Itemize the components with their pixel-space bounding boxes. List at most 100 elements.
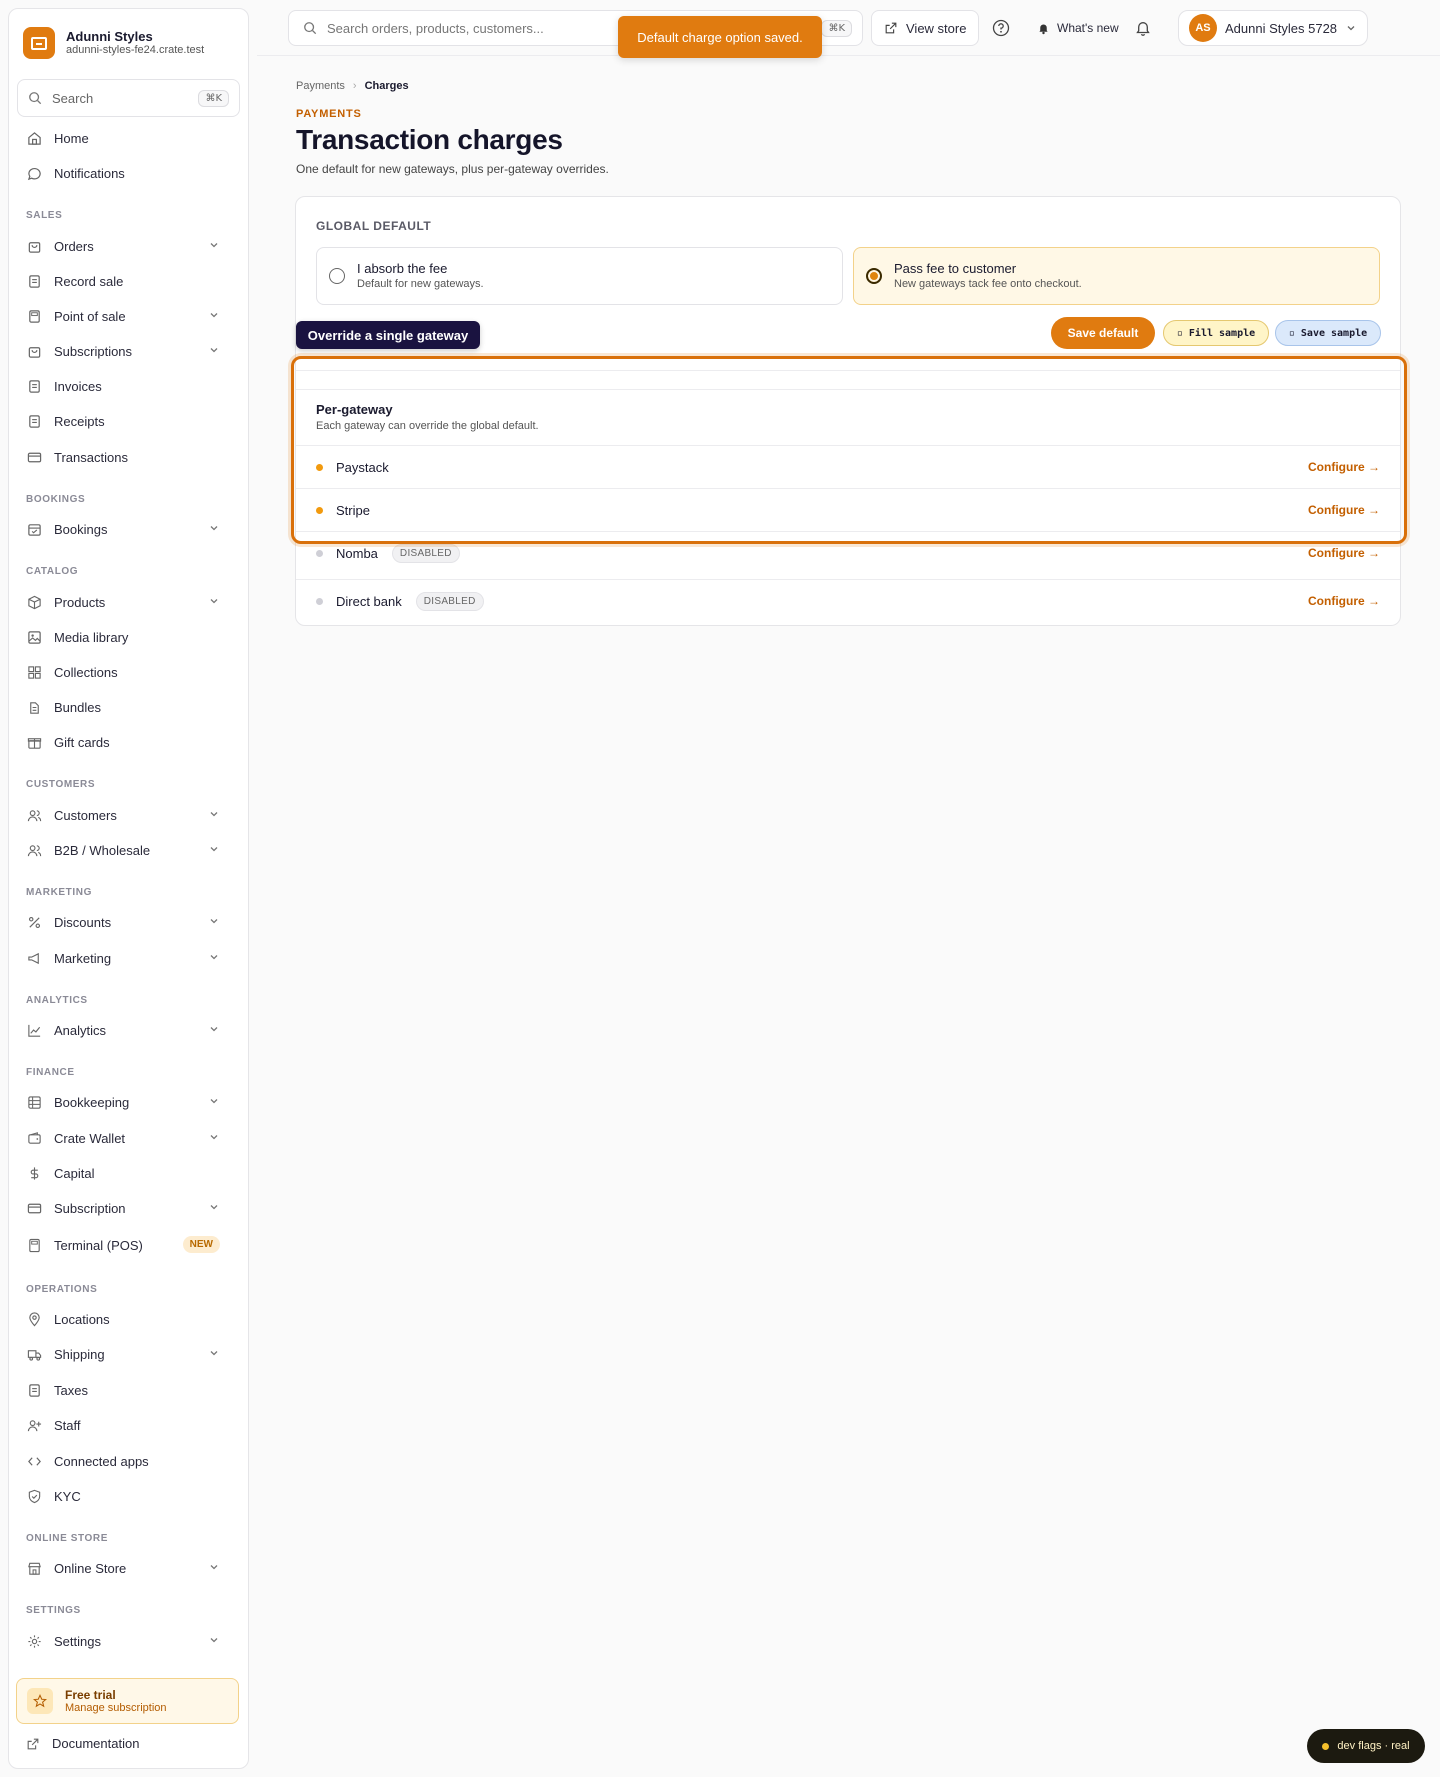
bag-icon bbox=[26, 238, 42, 254]
chat-bubble-icon bbox=[26, 165, 42, 181]
documentation-link[interactable]: Documentation bbox=[26, 1736, 139, 1751]
sidebar-item-products[interactable]: Products bbox=[16, 587, 234, 617]
chevron-down-icon bbox=[210, 1027, 218, 1032]
ledger-icon bbox=[26, 1094, 42, 1110]
shield-check-icon bbox=[26, 1488, 42, 1504]
toast-notification: Default charge option saved. bbox=[618, 16, 822, 58]
radio-pass-fee[interactable] bbox=[866, 268, 882, 284]
search-icon bbox=[304, 22, 317, 35]
line-chart-icon bbox=[26, 1022, 42, 1038]
storefront-icon bbox=[26, 1560, 42, 1576]
status-dot bbox=[316, 549, 323, 557]
sidebar-item-marketing[interactable]: Marketing bbox=[16, 943, 234, 973]
chevron-down-icon bbox=[210, 1099, 218, 1104]
sidebar-item-shipping[interactable]: Shipping bbox=[16, 1339, 234, 1369]
status-dot bbox=[316, 463, 323, 471]
per-gateway-section: Per-gateway Each gateway can override th… bbox=[296, 389, 1400, 626]
breadcrumb-payments[interactable]: Payments bbox=[296, 80, 345, 92]
gateway-row-nomba: Nomba DISABLED Configure → bbox=[296, 532, 1400, 574]
chevron-down-icon bbox=[210, 1638, 218, 1643]
sidebar-item-b2b-wholesale[interactable]: B2B / Wholesale bbox=[16, 835, 234, 865]
grid-icon bbox=[26, 664, 42, 680]
user-plus-icon bbox=[26, 1417, 42, 1433]
chevron-down-icon bbox=[210, 599, 218, 604]
account-menu[interactable]: AS Adunni Styles 5728 bbox=[1178, 10, 1368, 46]
sidebar-item-connected-apps[interactable]: Connected apps bbox=[16, 1446, 234, 1476]
sidebar-item-staff[interactable]: Staff bbox=[16, 1410, 234, 1440]
sidebar-item-media-library[interactable]: Media library bbox=[16, 622, 234, 652]
option-pass-fee[interactable]: Pass fee to customer New gateways tack f… bbox=[853, 247, 1380, 305]
section-sales: SALES bbox=[26, 210, 63, 221]
sidebar-item-notifications[interactable]: Notifications bbox=[16, 158, 234, 188]
sidebar-item-collections[interactable]: Collections bbox=[16, 657, 234, 687]
section-operations: OPERATIONS bbox=[26, 1284, 98, 1295]
sidebar-item-subscription[interactable]: Subscription bbox=[16, 1193, 234, 1223]
sidebar-item-transactions[interactable]: Transactions bbox=[16, 442, 234, 472]
manage-subscription-link[interactable]: Manage subscription bbox=[65, 1702, 167, 1715]
section-customers: CUSTOMERS bbox=[26, 779, 96, 790]
sidebar-item-home[interactable]: Home bbox=[16, 123, 234, 153]
sidebar-item-bookkeeping[interactable]: Bookkeeping bbox=[16, 1087, 234, 1117]
free-trial-card[interactable]: Free trial Manage subscription bbox=[16, 1678, 239, 1724]
radio-absorb-fee[interactable] bbox=[329, 268, 345, 284]
store-logo-icon bbox=[23, 27, 55, 59]
sidebar-item-customers[interactable]: Customers bbox=[16, 800, 234, 830]
breadcrumb: Payments › Charges bbox=[296, 78, 1402, 94]
page-eyebrow: PAYMENTS bbox=[296, 108, 362, 120]
bell-filled-icon bbox=[1039, 23, 1048, 34]
configure-nomba-link[interactable]: Configure → bbox=[1308, 546, 1380, 560]
chevron-down-icon bbox=[210, 348, 218, 353]
sidebar-item-gift-cards[interactable]: Gift cards bbox=[16, 727, 234, 757]
configure-paystack-link[interactable]: Configure → bbox=[1308, 460, 1380, 474]
sidebar-item-settings[interactable]: Settings bbox=[16, 1626, 234, 1656]
gift-icon bbox=[26, 734, 42, 750]
chevron-down-icon bbox=[210, 1135, 218, 1140]
save-sample-button[interactable]: ▫ Save sample bbox=[1275, 320, 1381, 346]
per-gateway-title: Per-gateway bbox=[316, 402, 393, 417]
configure-stripe-link[interactable]: Configure → bbox=[1308, 503, 1380, 517]
sidebar-item-orders[interactable]: Orders bbox=[16, 231, 234, 261]
whats-new-button[interactable]: What's new bbox=[1037, 10, 1119, 46]
chevron-down-icon bbox=[210, 313, 218, 318]
sidebar-item-point-of-sale[interactable]: Point of sale bbox=[16, 301, 234, 331]
topbar: Search orders, products, customers... ⌘K… bbox=[257, 0, 1440, 56]
document-icon bbox=[26, 378, 42, 394]
help-button[interactable] bbox=[992, 10, 1010, 46]
calendar-icon bbox=[26, 521, 42, 537]
sidebar-item-kyc[interactable]: KYC bbox=[16, 1481, 234, 1511]
configure-direct-bank-link[interactable]: Configure → bbox=[1308, 594, 1380, 608]
sidebar-search[interactable]: Search ⌘K bbox=[17, 79, 240, 117]
save-default-button[interactable]: Save default bbox=[1051, 317, 1155, 349]
chevron-right-icon: › bbox=[352, 80, 357, 92]
sidebar-item-taxes[interactable]: Taxes bbox=[16, 1375, 234, 1405]
cube-icon bbox=[26, 594, 42, 610]
sidebar-item-capital[interactable]: Capital bbox=[16, 1158, 234, 1188]
sidebar-item-online-store[interactable]: Online Store bbox=[16, 1553, 234, 1583]
home-icon bbox=[26, 130, 42, 146]
section-finance: FINANCE bbox=[26, 1067, 75, 1078]
sidebar-item-invoices[interactable]: Invoices bbox=[16, 371, 234, 401]
section-bookings: BOOKINGS bbox=[26, 494, 86, 505]
code-icon bbox=[26, 1453, 42, 1469]
gateway-row-stripe: Stripe Configure → bbox=[296, 489, 1400, 531]
sidebar-item-receipts[interactable]: Receipts bbox=[16, 406, 234, 436]
sidebar-item-crate-wallet[interactable]: Crate Wallet bbox=[16, 1123, 234, 1153]
sidebar-item-analytics[interactable]: Analytics bbox=[16, 1015, 234, 1045]
notifications-button[interactable] bbox=[1134, 10, 1152, 46]
sidebar-item-bookings[interactable]: Bookings bbox=[16, 514, 234, 544]
dev-flags-badge[interactable]: dev flags · real bbox=[1307, 1729, 1425, 1763]
view-store-button[interactable]: View store bbox=[871, 10, 980, 46]
fill-sample-button[interactable]: ▫ Fill sample bbox=[1163, 320, 1269, 346]
store-switcher[interactable]: Adunni Styles adunni-styles-fe24.crate.t… bbox=[9, 9, 248, 73]
sidebar-item-terminal-pos[interactable]: Terminal (POS) NEW bbox=[16, 1230, 234, 1260]
sidebar-item-subscriptions[interactable]: Subscriptions bbox=[16, 336, 234, 366]
sidebar-item-locations[interactable]: Locations bbox=[16, 1304, 234, 1334]
sidebar-item-discounts[interactable]: Discounts bbox=[16, 907, 234, 937]
star-icon bbox=[27, 1688, 53, 1714]
sidebar-item-bundles[interactable]: Bundles bbox=[16, 692, 234, 722]
option-absorb-fee[interactable]: I absorb the fee Default for new gateway… bbox=[316, 247, 843, 305]
store-name: Adunni Styles bbox=[66, 29, 153, 44]
help-circle-icon bbox=[992, 19, 1010, 37]
sidebar-item-record-sale[interactable]: Record sale bbox=[16, 266, 234, 296]
document-icon bbox=[26, 1382, 42, 1398]
